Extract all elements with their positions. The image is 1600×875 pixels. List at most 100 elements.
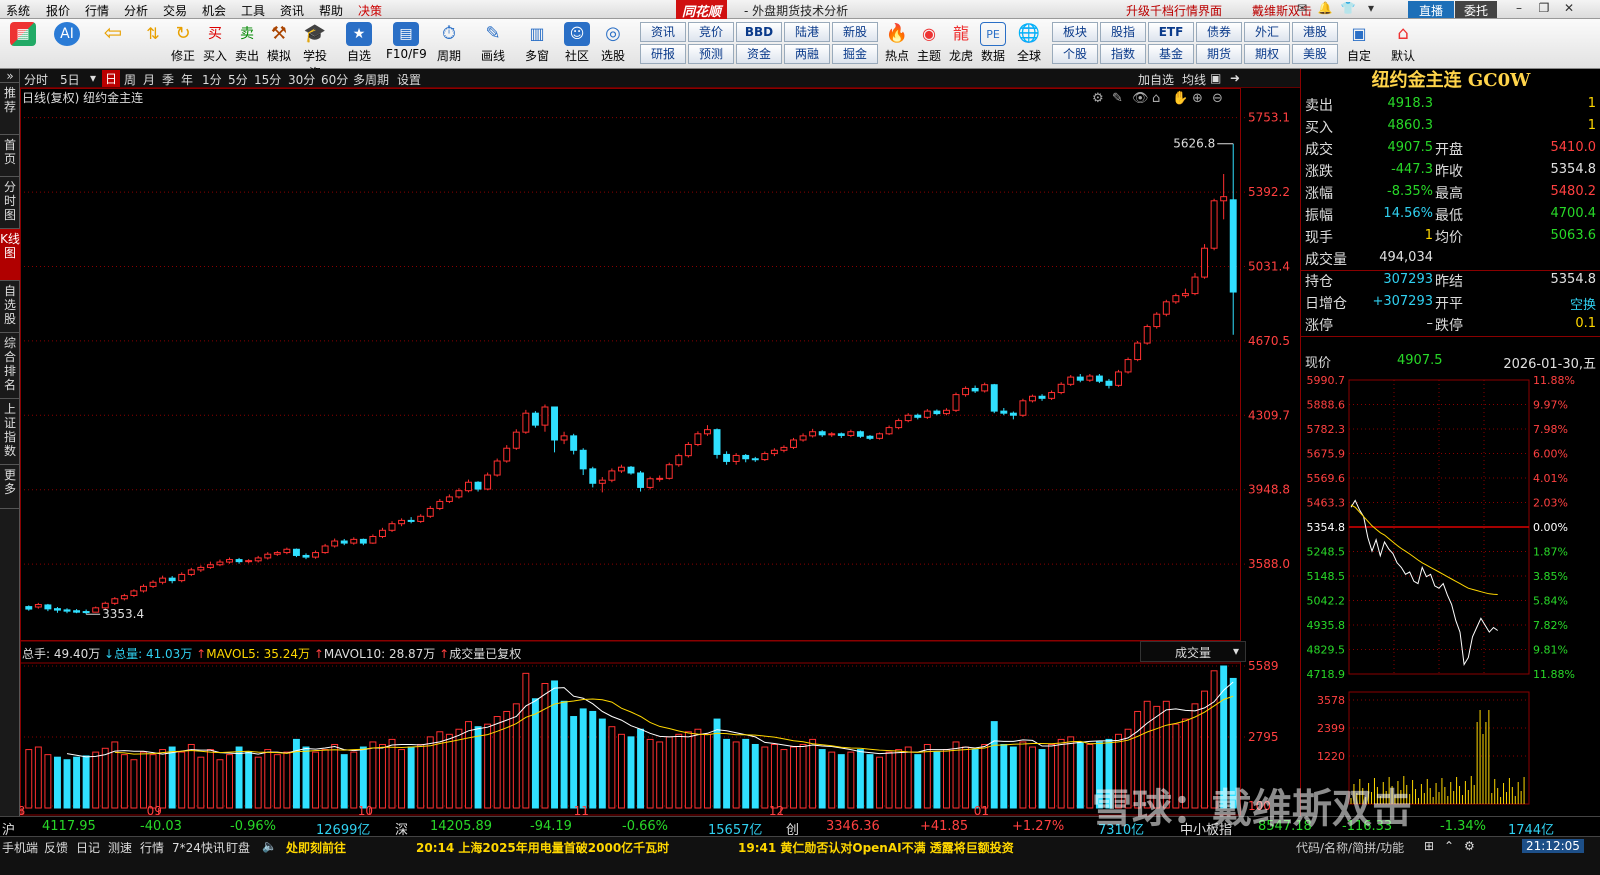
period-month[interactable]: 月: [143, 71, 155, 88]
period-60min[interactable]: 60分: [321, 71, 348, 88]
news-1[interactable]: 处即刻前往: [286, 839, 346, 856]
btn-news[interactable]: 资讯: [640, 22, 686, 42]
nav-more[interactable]: 更多: [0, 465, 20, 509]
live-button[interactable]: 直播: [1408, 1, 1454, 18]
btn-options[interactable]: 期权: [1244, 44, 1290, 64]
stockpick-button[interactable]: ◎ 选股: [596, 22, 630, 68]
ma-button[interactable]: 均线: [1182, 71, 1206, 88]
bell-icon[interactable]: 🔔: [1316, 1, 1334, 18]
nav-home[interactable]: 首页: [0, 135, 20, 177]
btn-etf[interactable]: ETF: [1148, 22, 1194, 42]
period-15min[interactable]: 15分: [254, 71, 281, 88]
btn-hk-connect[interactable]: 陆港: [784, 22, 830, 42]
menu-quote[interactable]: 报价: [46, 2, 70, 19]
btn-bond[interactable]: 债券: [1196, 22, 1242, 42]
menu-market[interactable]: 行情: [85, 2, 109, 19]
btn-auction[interactable]: 竞价: [688, 22, 734, 42]
btn-dig-gold[interactable]: 掘金: [832, 44, 878, 64]
menu-analysis[interactable]: 分析: [124, 2, 148, 19]
dropdown-icon[interactable]: ▾: [1362, 1, 1380, 18]
period-quarter[interactable]: 季: [162, 71, 174, 88]
hotspot-button[interactable]: 🔥 热点: [880, 22, 914, 68]
sell-button[interactable]: 卖卖出: [230, 22, 264, 68]
nav-ranking[interactable]: 综合排名: [0, 333, 20, 399]
period-30min[interactable]: 30分: [288, 71, 315, 88]
period-year[interactable]: 年: [181, 71, 193, 88]
entrust-button[interactable]: 委托: [1455, 1, 1497, 18]
btn-fund[interactable]: 基金: [1148, 44, 1194, 64]
default-button[interactable]: ⌂ 默认: [1386, 22, 1420, 68]
period-5day[interactable]: 5日: [60, 71, 80, 88]
grid-small-icon[interactable]: ⊞: [1424, 839, 1434, 853]
btn-bbd[interactable]: BBD: [736, 22, 782, 42]
window-icon[interactable]: ▣: [1210, 71, 1221, 85]
custom-button[interactable]: ▣ 自定: [1342, 22, 1376, 68]
period-button[interactable]: ⏱ 周期: [432, 22, 466, 68]
multiwindow-button[interactable]: ▥ 多窗: [520, 22, 554, 68]
period-5min[interactable]: 5分: [228, 71, 248, 88]
btn-index-futures[interactable]: 股指: [1100, 22, 1146, 42]
btn-margin[interactable]: 两融: [784, 44, 830, 64]
f10-button[interactable]: ▤ F10/F9: [386, 22, 427, 68]
kline-chart[interactable]: 5753.1 5392.2 5031.4 4670.5 4309.7 3948.8 3588…: [20, 88, 1300, 816]
period-settings[interactable]: 设置: [397, 71, 421, 88]
tab-724news[interactable]: 7*24快讯: [172, 839, 225, 856]
menu-trade[interactable]: 交易: [163, 2, 187, 19]
shirt-icon[interactable]: 👕: [1339, 1, 1357, 18]
global-button[interactable]: 🌐 全球: [1012, 22, 1046, 68]
menu-decision[interactable]: 决策: [358, 2, 382, 19]
restore-icon[interactable]: ❐: [1535, 1, 1553, 18]
tab-mobile[interactable]: 手机端: [2, 839, 38, 856]
nav-timeshare[interactable]: 分时图: [0, 177, 20, 229]
tab-watch[interactable]: 盯盘: [226, 839, 250, 856]
back-button[interactable]: ⇦: [96, 22, 130, 68]
expand-icon[interactable]: »: [0, 69, 20, 83]
buy-button[interactable]: 买买入: [198, 22, 232, 68]
ai-button[interactable]: AI: [50, 22, 84, 68]
draw-button[interactable]: ✎ 画线: [476, 22, 510, 68]
close-icon[interactable]: ✕: [1560, 1, 1578, 18]
dragon-button[interactable]: 龍龙虎: [944, 22, 978, 68]
btn-us-stocks[interactable]: 美股: [1292, 44, 1338, 64]
theme-button[interactable]: ◉ 主题: [912, 22, 946, 68]
period-week[interactable]: 周: [124, 71, 136, 88]
upgrade-link[interactable]: 升级千档行情界面: [1126, 2, 1222, 19]
settings-icon[interactable]: ⚙: [1464, 839, 1475, 853]
news-3[interactable]: 19:41 黄仁勋否认对OpenAI不满 透露将巨额投资: [738, 839, 1014, 856]
menu-opportunity[interactable]: 机会: [202, 2, 226, 19]
data-button[interactable]: PE 数据: [976, 22, 1010, 68]
updown-button[interactable]: ⇅: [136, 22, 170, 68]
period-timeshare[interactable]: 分时: [24, 71, 48, 88]
btn-stock[interactable]: 个股: [1052, 44, 1098, 64]
btn-forex[interactable]: 外汇: [1244, 22, 1290, 42]
btn-forecast[interactable]: 预测: [688, 44, 734, 64]
chevron-up-icon[interactable]: ⌃: [1444, 839, 1454, 853]
btn-futures[interactable]: 期货: [1196, 44, 1242, 64]
stock-search-input[interactable]: 代码/名称/简拼/功能: [1296, 839, 1404, 856]
refresh-button[interactable]: ↻ 修正: [166, 22, 200, 68]
period-1min[interactable]: 1分: [202, 71, 222, 88]
nav-recommend[interactable]: 推荐: [0, 83, 20, 135]
nav-sh-index[interactable]: 上证指数: [0, 399, 20, 465]
btn-sector[interactable]: 板块: [1052, 22, 1098, 42]
news-2[interactable]: 20:14 上海2025年用电量首破2000亿千瓦时: [416, 839, 669, 856]
btn-research[interactable]: 研报: [640, 44, 686, 64]
tab-diary[interactable]: 日记: [76, 839, 100, 856]
tab-market[interactable]: 行情: [140, 839, 164, 856]
menu-system[interactable]: 系统: [6, 2, 30, 19]
minimize-icon[interactable]: –: [1510, 1, 1528, 18]
exit-icon[interactable]: ➜: [1230, 71, 1240, 85]
mail-icon[interactable]: ✉: [1293, 1, 1311, 18]
nav-watchlist[interactable]: 自选股: [0, 281, 20, 333]
community-button[interactable]: ☺ 社区: [560, 22, 594, 68]
btn-ipo[interactable]: 新股: [832, 22, 878, 42]
tab-feedback[interactable]: 反馈: [44, 839, 68, 856]
period-dropdown-icon[interactable]: ▾: [90, 71, 96, 85]
btn-fund-flow[interactable]: 资金: [736, 44, 782, 64]
period-day[interactable]: 日: [102, 70, 121, 87]
learn-button[interactable]: 🎓学投资: [298, 22, 332, 80]
period-multi[interactable]: 多周期: [353, 71, 389, 88]
volume-indicator-select[interactable]: 成交量 ▾: [1140, 641, 1246, 662]
grid-button[interactable]: ▦: [6, 22, 40, 68]
add-watch-button[interactable]: 加自选: [1138, 71, 1174, 88]
